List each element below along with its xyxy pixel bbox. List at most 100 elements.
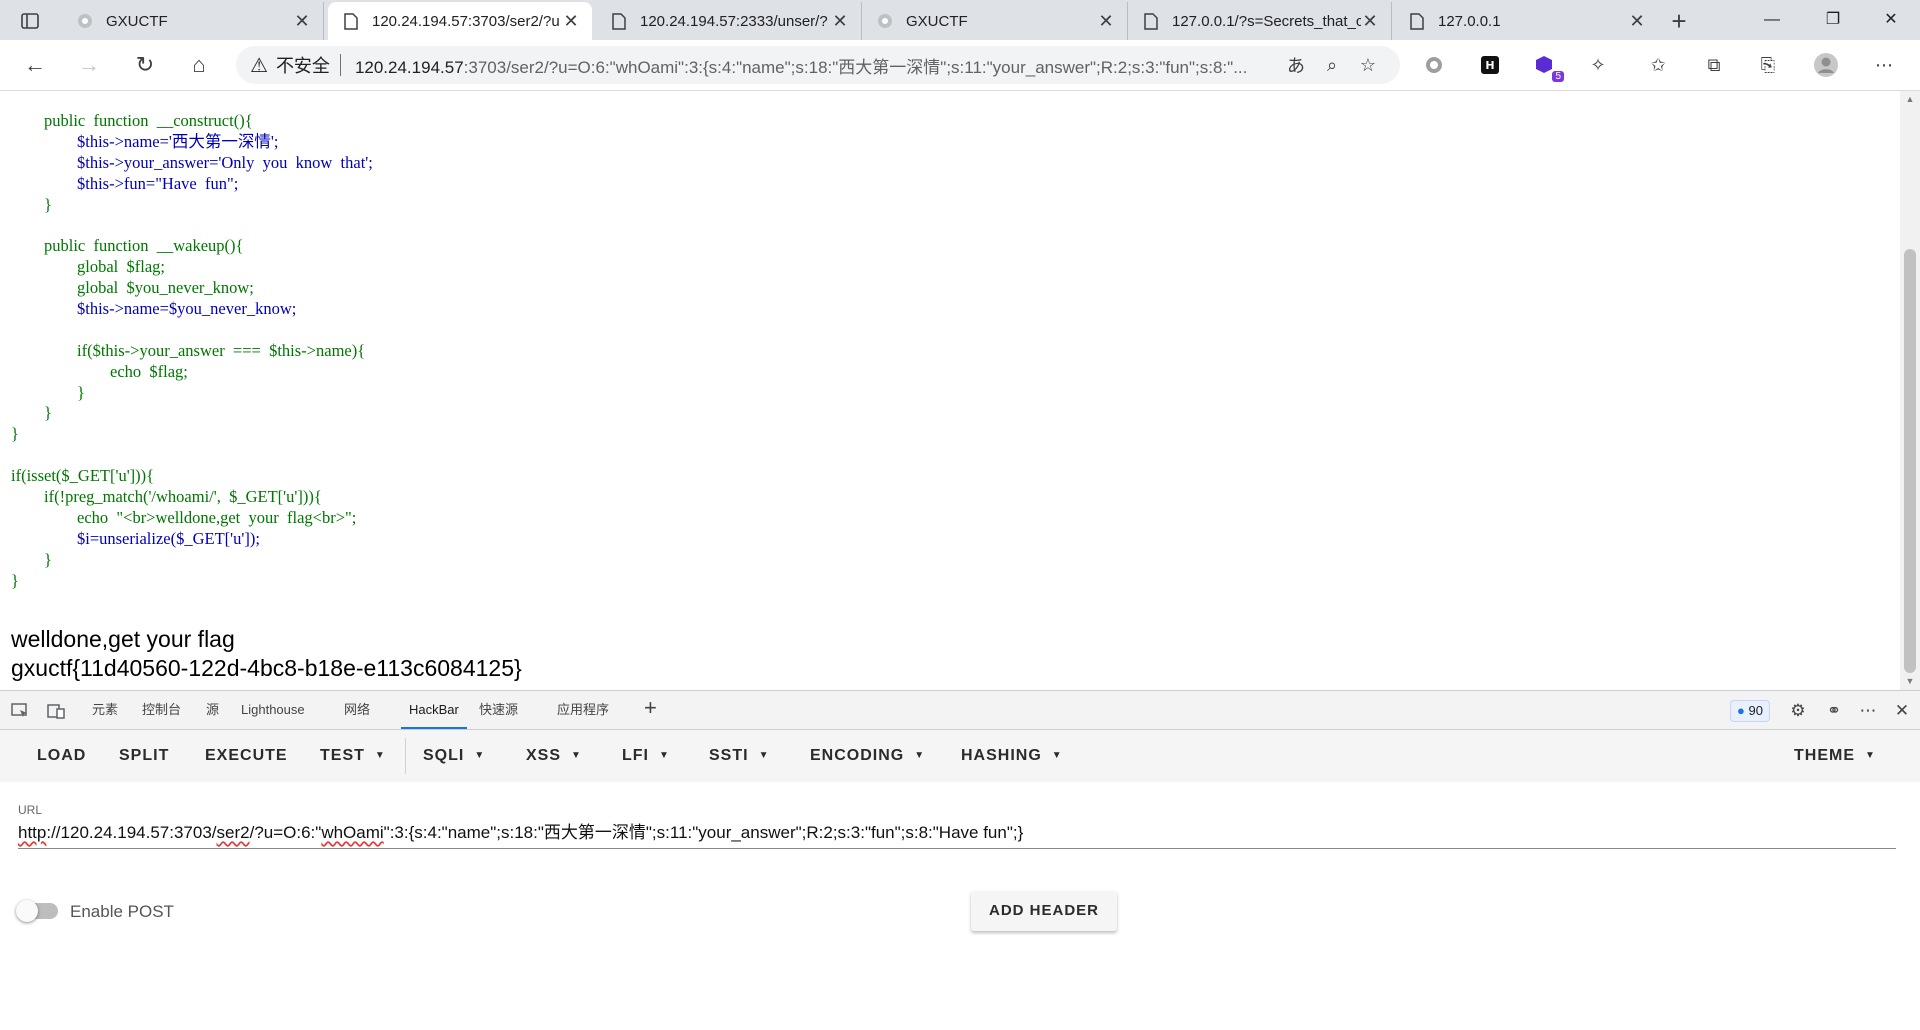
code-line: $i=unserialize($_GET['u']); xyxy=(11,528,260,548)
hackbar-menu: LOAD SPLIT EXECUTE TEST ▼ SQLI ▼ XSS ▼ LFI ▼… xyxy=(0,730,1920,782)
tab-title: 120.24.194.57:3703/ser2/?u xyxy=(372,12,560,30)
url-path: :3703/ser2/?u=O:6:"whOami":3:{s:4:"name"… xyxy=(463,57,1248,77)
extension-h-icon[interactable]: H xyxy=(1476,52,1504,78)
scroll-down-icon[interactable]: ▼ xyxy=(1904,675,1916,687)
execute-button[interactable]: EXECUTE xyxy=(205,730,288,782)
code-line: } xyxy=(11,424,19,444)
devtools-tab-quick-source[interactable]: 快速源 xyxy=(479,691,518,729)
code-line: } xyxy=(11,194,52,214)
home-icon[interactable]: ⌂ xyxy=(182,48,216,82)
sync-share-icon[interactable]: ⎘ xyxy=(1754,52,1782,78)
code-line: if(!preg_match('/whoami/', $_GET['u'])){ xyxy=(11,487,322,507)
close-icon[interactable]: ✕ xyxy=(562,11,580,32)
theme-menu-button[interactable]: THEME ▼ xyxy=(1794,730,1876,782)
zoom-icon[interactable]: ⌕ xyxy=(1314,55,1350,76)
device-toolbar-icon[interactable] xyxy=(45,700,67,722)
reload-icon[interactable]: ↻ xyxy=(128,48,162,82)
page-output: welldone,get your flag gxuctf{11d40560-1… xyxy=(11,625,522,683)
back-arrow-icon[interactable]: ← xyxy=(18,48,52,82)
code-line: $this->your_answer='Only you know that'; xyxy=(11,152,373,172)
page-icon xyxy=(342,12,360,30)
devtools-tab-sources[interactable]: 源 xyxy=(206,691,219,729)
devtools-more-icon[interactable]: ⋯ xyxy=(1856,700,1880,722)
chevron-down-icon: ▼ xyxy=(571,750,582,761)
ssti-menu-button[interactable]: SSTI ▼ xyxy=(709,730,769,782)
window-close-icon[interactable]: ✕ xyxy=(1876,8,1906,32)
devtools-tabbar: 元素 控制台 源 Lighthouse 网络 HackBar 快速源 应用程序 … xyxy=(0,690,1920,730)
page-icon xyxy=(610,12,628,30)
close-icon[interactable]: ✕ xyxy=(1628,11,1646,32)
xss-menu-button[interactable]: XSS ▼ xyxy=(526,730,582,782)
devtools-tab-application[interactable]: 应用程序 xyxy=(557,691,609,729)
hackbar-panel: LOAD SPLIT EXECUTE TEST ▼ SQLI ▼ XSS ▼ LFI ▼… xyxy=(0,730,1920,1030)
scrollbar-thumb[interactable] xyxy=(1904,249,1916,673)
code-line: global $you_never_know; xyxy=(11,278,254,298)
page-scrollbar[interactable]: ▲ ▼ xyxy=(1900,91,1920,690)
chevron-down-icon: ▼ xyxy=(374,750,386,761)
split-button[interactable]: SPLIT xyxy=(119,730,169,782)
browser-tab[interactable]: 127.0.0.1 ✕ xyxy=(1394,2,1658,40)
favorites-icon[interactable]: ✩ xyxy=(1644,52,1672,78)
restore-icon[interactable]: ❐ xyxy=(1818,8,1848,32)
browser-tab[interactable]: 127.0.0.1/?s=Secrets_that_c ✕ xyxy=(1128,2,1392,40)
forward-arrow-icon[interactable]: → xyxy=(72,48,106,82)
devtools-tab-network[interactable]: 网络 xyxy=(344,691,370,729)
close-icon[interactable]: ✕ xyxy=(1097,11,1115,32)
menu-divider xyxy=(405,738,406,774)
extensions-puzzle-icon[interactable]: ✧ xyxy=(1584,52,1612,78)
inspect-element-icon[interactable] xyxy=(9,700,31,722)
generic-globe-icon xyxy=(876,12,894,30)
minimize-icon[interactable]: — xyxy=(1757,8,1787,32)
browser-tab[interactable]: 120.24.194.57:2333/unser/? ✕ xyxy=(596,2,862,40)
devtools-tab-hackbar[interactable]: HackBar xyxy=(401,691,467,729)
issues-badge[interactable]: ● 90 xyxy=(1730,700,1770,722)
welldone-message: welldone,get your flag xyxy=(11,626,235,652)
address-url[interactable]: 120.24.194.57:3703/ser2/?u=O:6:"whOami":… xyxy=(355,53,1278,78)
read-aloud-translate-icon[interactable]: あ xyxy=(1278,52,1314,78)
close-icon[interactable]: ✕ xyxy=(1361,11,1379,32)
browser-tab-active[interactable]: 120.24.194.57:3703/ser2/?u ✕ xyxy=(328,2,592,40)
sqli-menu-button[interactable]: SQLI ▼ xyxy=(423,730,485,782)
more-tools-plus-icon[interactable]: + xyxy=(644,695,657,721)
collections-icon[interactable]: ⧉ xyxy=(1700,52,1728,78)
php-source-code: public function __construct(){ $this->na… xyxy=(11,111,373,591)
new-tab-button[interactable]: + xyxy=(1664,6,1694,36)
browser-tab[interactable]: GXUCTF ✕ xyxy=(62,2,324,40)
flag-text: gxuctf{11d40560-122d-4bc8-b18e-e113c6084… xyxy=(11,655,522,681)
more-menu-icon[interactable]: ⋯ xyxy=(1870,52,1898,78)
extension-circle-icon[interactable] xyxy=(1420,52,1448,78)
lfi-menu-button[interactable]: LFI ▼ xyxy=(622,730,670,782)
tab-actions-icon[interactable] xyxy=(12,8,48,34)
address-separator xyxy=(339,54,341,76)
browser-tab-strip: GXUCTF ✕ 120.24.194.57:3703/ser2/?u ✕ 12… xyxy=(0,0,1920,40)
enable-post-toggle[interactable] xyxy=(16,900,58,922)
page-icon xyxy=(1408,12,1426,30)
connect-icon[interactable]: ⚭ xyxy=(1822,700,1846,722)
settings-gear-icon[interactable]: ⚙ xyxy=(1786,700,1810,722)
add-header-button[interactable]: ADD HEADER xyxy=(971,891,1117,931)
code-line: public function __wakeup(){ xyxy=(11,236,244,256)
address-bar[interactable]: ⚠ 不安全 120.24.194.57:3703/ser2/?u=O:6:"wh… xyxy=(236,46,1400,84)
extension-cube-icon[interactable]: 5 xyxy=(1530,52,1564,82)
profile-avatar-icon[interactable] xyxy=(1812,52,1840,78)
devtools-tab-lighthouse[interactable]: Lighthouse xyxy=(241,691,305,729)
security-label[interactable]: 不安全 xyxy=(276,52,330,78)
devtools-tab-console[interactable]: 控制台 xyxy=(142,691,181,729)
browser-tab[interactable]: GXUCTF ✕ xyxy=(862,2,1128,40)
code-line: if($this->your_answer === $this->name){ xyxy=(11,340,366,360)
devtools-tab-elements[interactable]: 元素 xyxy=(92,691,118,729)
add-favorite-icon[interactable]: ☆ xyxy=(1350,55,1386,76)
hashing-menu-button[interactable]: HASHING ▼ xyxy=(961,730,1063,782)
hackbar-url-input[interactable]: http://120.24.194.57:3703/ser2/?u=O:6:"w… xyxy=(18,818,1896,849)
close-icon[interactable]: ✕ xyxy=(293,11,311,32)
load-button[interactable]: LOAD xyxy=(37,730,86,782)
code-line: echo "<br>welldone,get your flag<br>"; xyxy=(11,507,357,527)
test-menu-button[interactable]: TEST ▼ xyxy=(320,730,386,782)
warning-icon[interactable]: ⚠ xyxy=(250,53,268,78)
close-icon[interactable]: ✕ xyxy=(831,11,849,32)
encoding-menu-button[interactable]: ENCODING ▼ xyxy=(810,730,925,782)
scroll-up-icon[interactable]: ▲ xyxy=(1904,93,1916,105)
devtools-close-icon[interactable]: ✕ xyxy=(1890,700,1914,722)
